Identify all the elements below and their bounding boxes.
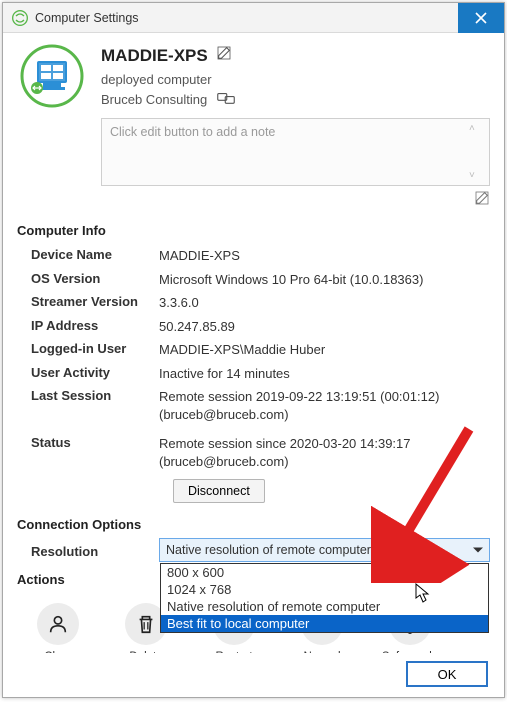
resolution-option[interactable]: 800 x 600 — [161, 564, 488, 581]
user-icon[interactable] — [37, 603, 79, 645]
edit-note-icon[interactable] — [474, 194, 490, 209]
computer-icon — [17, 41, 87, 111]
section-connection-options: Connection Options — [17, 517, 490, 532]
info-row: Streamer Version3.3.6.0 — [17, 291, 490, 315]
info-value: Remote session since 2020-03-20 14:39:17… — [159, 435, 490, 470]
header-row: MADDIE-XPS deployed computer Bruceb Cons… — [17, 41, 490, 217]
action-item: ClearCredentials — [23, 603, 93, 653]
info-label: Device Name — [17, 247, 159, 265]
action-label: NormalReboot — [303, 651, 340, 653]
header-info: MADDIE-XPS deployed computer Bruceb Cons… — [101, 41, 490, 217]
info-row: Device NameMADDIE-XPS — [17, 244, 490, 268]
info-value: MADDIE-XPS\Maddie Huber — [159, 341, 490, 359]
info-value: MADDIE-XPS — [159, 247, 490, 265]
action-label: ClearCredentials — [29, 651, 87, 653]
info-label: OS Version — [17, 271, 159, 289]
group-name: Bruceb Consulting — [101, 92, 207, 107]
disconnect-button[interactable]: Disconnect — [173, 479, 265, 503]
info-value: 3.3.6.0 — [159, 294, 490, 312]
footer: OK — [3, 653, 504, 697]
info-label: Streamer Version — [17, 294, 159, 312]
info-value: 50.247.85.89 — [159, 318, 490, 336]
action-label: RestartStreamer — [210, 651, 257, 653]
action-label: Safe-modeReboot — [382, 651, 438, 653]
resolution-option[interactable]: 1024 x 768 — [161, 581, 488, 598]
resolution-option[interactable]: Best fit to local computer — [161, 615, 488, 632]
info-row: Logged-in UserMADDIE-XPS\Maddie Huber — [17, 338, 490, 362]
computer-name: MADDIE-XPS — [101, 46, 208, 66]
info-label: Logged-in User — [17, 341, 159, 359]
resolution-combo[interactable]: Native resolution of remote computer 800… — [159, 538, 490, 562]
scroll-down-icon[interactable]: ˅ — [469, 170, 485, 181]
info-value: Inactive for 14 minutes — [159, 365, 490, 383]
ok-button[interactable]: OK — [406, 661, 488, 687]
info-row: IP Address50.247.85.89 — [17, 315, 490, 339]
edit-name-icon[interactable] — [216, 45, 232, 66]
window-title: Computer Settings — [35, 11, 458, 25]
section-computer-info: Computer Info — [17, 223, 490, 238]
app-icon — [11, 9, 29, 27]
info-value: Microsoft Windows 10 Pro 64-bit (10.0.18… — [159, 271, 490, 289]
note-scroll[interactable]: ˄ ˅ — [469, 123, 485, 181]
group-icon[interactable] — [217, 91, 235, 108]
resolution-option[interactable]: Native resolution of remote computer — [161, 598, 488, 615]
note-placeholder: Click edit button to add a note — [110, 125, 275, 139]
resolution-dropdown[interactable]: 800 x 6001024 x 768Native resolution of … — [160, 563, 489, 633]
note-box[interactable]: Click edit button to add a note ˄ ˅ — [101, 118, 490, 186]
info-value: Remote session 2019-09-22 13:19:51 (00:0… — [159, 388, 490, 423]
info-label: Last Session — [17, 388, 159, 423]
resolution-selected: Native resolution of remote computer — [166, 543, 371, 557]
deploy-status: deployed computer — [101, 72, 490, 87]
info-row: Last SessionRemote session 2019-09-22 13… — [17, 385, 490, 426]
info-grid: Device NameMADDIE-XPSOS VersionMicrosoft… — [17, 244, 490, 473]
settings-window: Computer Settings — [2, 2, 505, 698]
info-row: User ActivityInactive for 14 minutes — [17, 362, 490, 386]
resolution-label: Resolution — [17, 542, 159, 559]
info-label: Status — [17, 435, 159, 470]
info-row: OS VersionMicrosoft Windows 10 Pro 64-bi… — [17, 268, 490, 292]
window-body: MADDIE-XPS deployed computer Bruceb Cons… — [3, 33, 504, 653]
info-row: StatusRemote session since 2020-03-20 14… — [17, 432, 490, 473]
close-button[interactable] — [458, 3, 504, 33]
info-label: User Activity — [17, 365, 159, 383]
action-label: DeleteComputer — [121, 651, 172, 653]
info-label: IP Address — [17, 318, 159, 336]
titlebar: Computer Settings — [3, 3, 504, 33]
scroll-up-icon[interactable]: ˄ — [469, 123, 485, 134]
